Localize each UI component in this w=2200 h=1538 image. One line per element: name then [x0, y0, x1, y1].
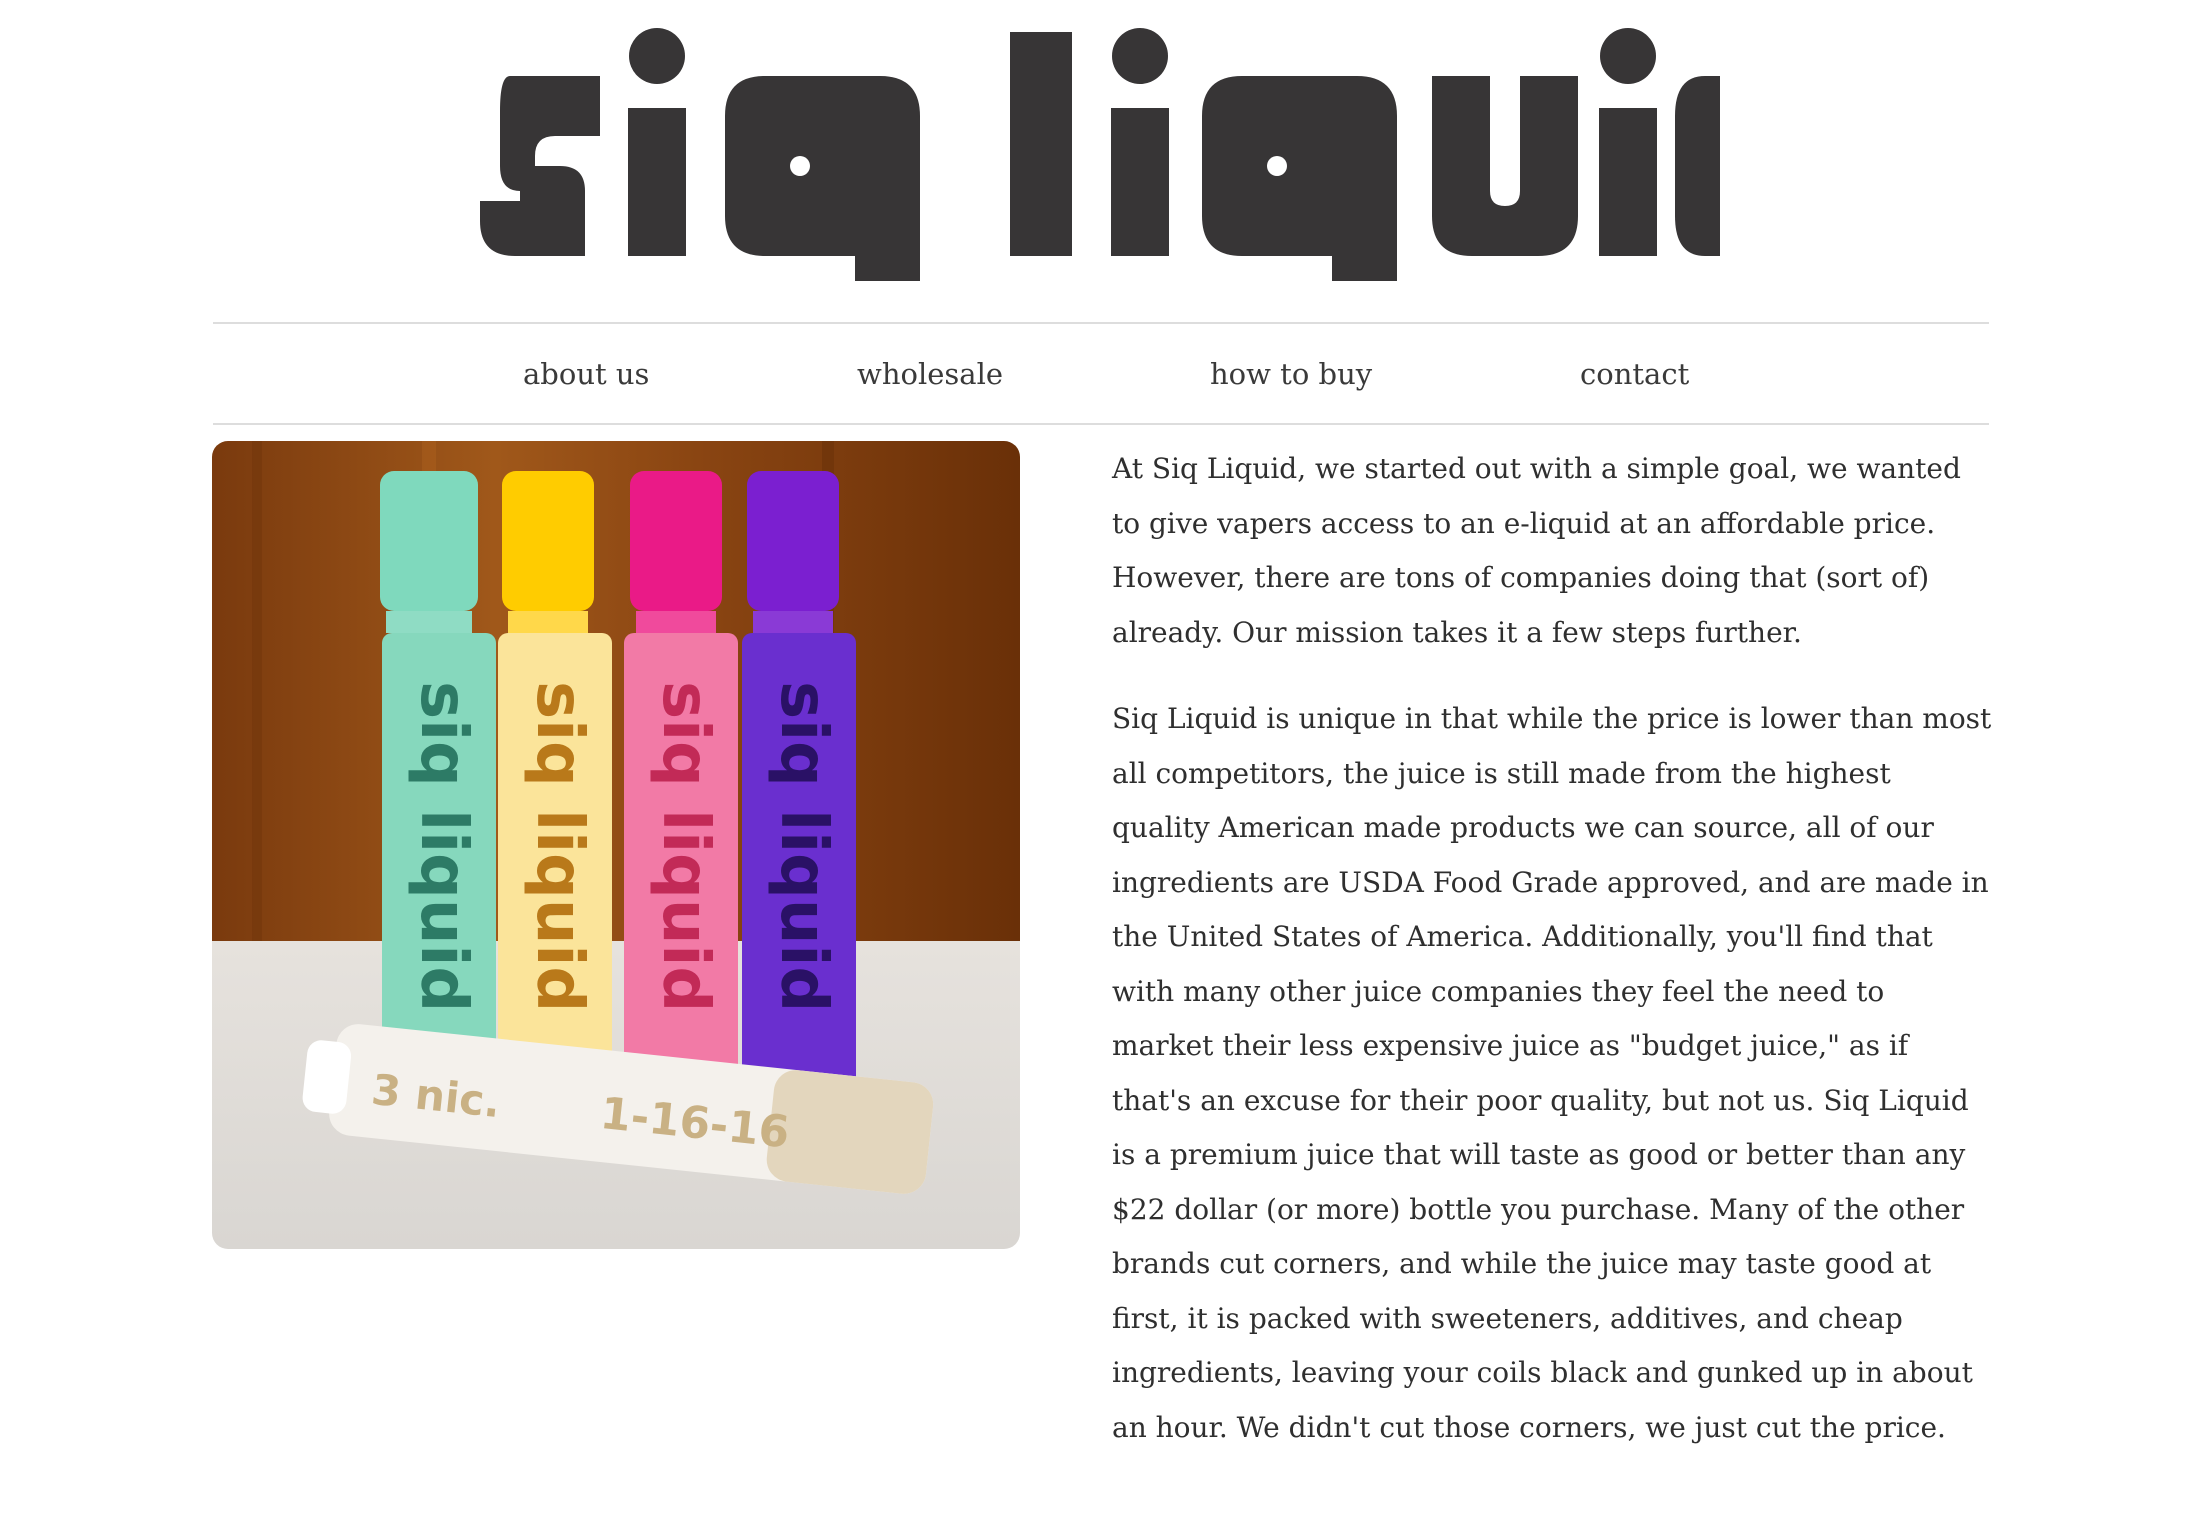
- site-logo[interactable]: [480, 16, 1720, 296]
- bottle-label-teal: siq liquid: [406, 681, 480, 1012]
- about-content: At Siq Liquid, we started out with a sim…: [1112, 442, 1992, 1455]
- nav-item-how-to-buy[interactable]: how to buy: [1210, 324, 1372, 423]
- details-paragraph: Siq Liquid is unique in that while the p…: [1112, 702, 1992, 1444]
- bottle-label-purple: siq liquid: [766, 681, 840, 1012]
- nav-item-about-us[interactable]: about us: [523, 324, 649, 423]
- bottle-label-pink: siq liquid: [648, 681, 722, 1012]
- bottle-label-yellow: siq liquid: [522, 681, 596, 1012]
- nav-item-wholesale[interactable]: wholesale: [857, 324, 1003, 423]
- product-photo: siq liquid siq liquid siq liquid siq liq…: [212, 441, 1020, 1249]
- nav-item-contact[interactable]: contact: [1580, 324, 1689, 423]
- intro-paragraph: At Siq Liquid, we started out with a sim…: [1112, 452, 1961, 649]
- main-nav: about us wholesale how to buy contact: [213, 322, 1989, 425]
